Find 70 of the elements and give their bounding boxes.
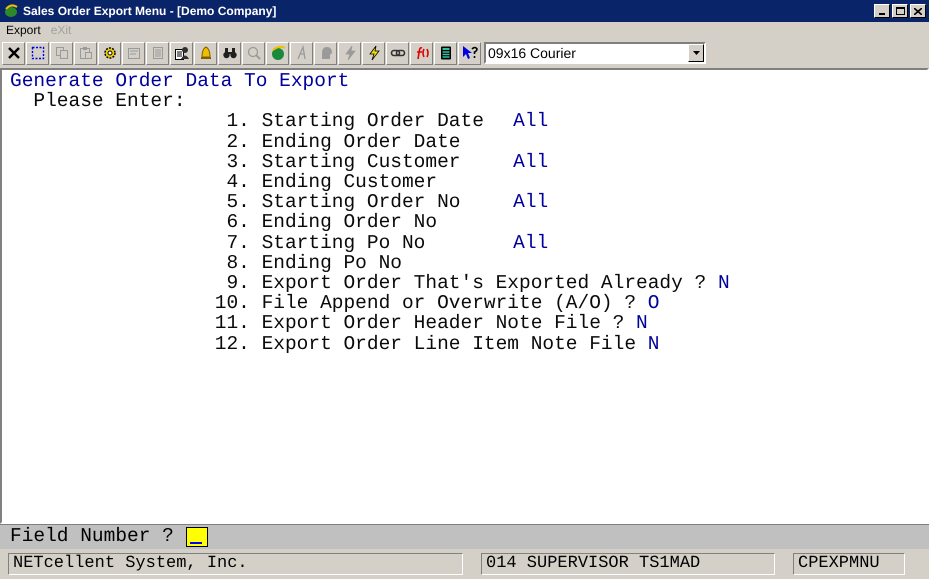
field-number: 5. xyxy=(225,192,250,212)
magnifier-icon xyxy=(246,45,262,61)
field-value: All xyxy=(513,232,548,253)
window-title: Sales Order Export Menu - [Demo Company] xyxy=(23,3,276,20)
field-value: All xyxy=(513,192,548,212)
copy-icon xyxy=(54,45,70,61)
minimize-button[interactable] xyxy=(874,4,890,18)
screen-heading: Generate Order Data To Export xyxy=(10,71,350,92)
field-number: 2. xyxy=(225,132,250,152)
toolbar-button[interactable] xyxy=(386,42,409,64)
user-document-icon xyxy=(174,45,190,61)
toolbar-button[interactable] xyxy=(458,42,481,64)
help-pointer-icon xyxy=(462,45,478,61)
status-panel: CPEXPMNU xyxy=(793,553,905,575)
status-panel: 014 SUPERVISOR TS1MAD xyxy=(481,553,775,575)
field-label: Ending Order No xyxy=(262,212,438,233)
field-label: Starting Po No xyxy=(262,232,426,253)
field-label: Ending Order Date xyxy=(262,132,462,152)
app-logo-icon xyxy=(3,3,19,19)
field-label: Ending Po No xyxy=(262,252,403,274)
clipboard-icon xyxy=(78,45,94,61)
toolbar-button[interactable] xyxy=(434,42,457,64)
field-label: Starting Order Date xyxy=(262,111,485,132)
maximize-icon xyxy=(896,7,904,15)
field-value: N xyxy=(718,273,730,294)
toolbar-button[interactable] xyxy=(170,42,193,64)
field-number-input[interactable] xyxy=(186,527,208,547)
status-panel: NETcellent System, Inc. xyxy=(8,553,463,575)
field-number: 9. xyxy=(225,273,250,294)
field-label: Export Order Line Item Note File xyxy=(262,334,636,354)
field-number: 7. xyxy=(225,232,250,253)
field-label: Export Order That's Exported Already ? xyxy=(262,273,706,294)
prompt-label: Field Number ? xyxy=(10,524,174,550)
font-dropdown[interactable]: 09x16 Courier xyxy=(484,42,706,64)
field-value: N xyxy=(636,313,648,334)
field-value: N xyxy=(648,334,660,354)
dropdown-button[interactable] xyxy=(688,44,704,62)
field-value: All xyxy=(513,152,548,172)
field-value: O xyxy=(648,293,660,314)
close-icon xyxy=(6,45,22,61)
toolbar-button[interactable] xyxy=(26,42,49,64)
screen-subheading: Please Enter: xyxy=(33,91,186,112)
toolbar-button[interactable] xyxy=(362,42,385,64)
field-number: 12. xyxy=(214,334,250,354)
caret-icon xyxy=(692,51,700,55)
field-number: 6. xyxy=(225,212,250,233)
close-icon xyxy=(914,8,922,14)
field-label: Ending Customer xyxy=(262,172,438,192)
field-number: 4. xyxy=(225,172,250,192)
field-label: Starting Order No xyxy=(262,192,462,212)
field-label: Export Order Header Note File ? xyxy=(262,313,624,334)
binoculars-icon xyxy=(222,45,238,61)
field-label: File Append or Overwrite (A/O) ? xyxy=(262,293,636,314)
toolbar-button[interactable] xyxy=(218,42,241,64)
field-number: 11. xyxy=(214,313,250,334)
gear-icon xyxy=(102,45,118,61)
maximize-button[interactable] xyxy=(892,4,908,18)
field-number: 1. xyxy=(225,111,250,132)
toolbar-button[interactable] xyxy=(98,42,121,64)
selection-icon xyxy=(30,45,46,61)
menu-item[interactable]: Export xyxy=(6,21,41,39)
toolbar-button[interactable] xyxy=(2,42,25,64)
field-value: All xyxy=(513,111,548,132)
field-number: 8. xyxy=(225,252,250,274)
field-number: 3. xyxy=(225,152,250,172)
field-label: Starting Customer xyxy=(262,152,462,172)
font-dropdown-value: 09x16 Courier xyxy=(487,44,577,62)
field-number: 10. xyxy=(214,293,250,314)
minimize-icon xyxy=(879,13,885,15)
close-button[interactable] xyxy=(910,4,926,18)
